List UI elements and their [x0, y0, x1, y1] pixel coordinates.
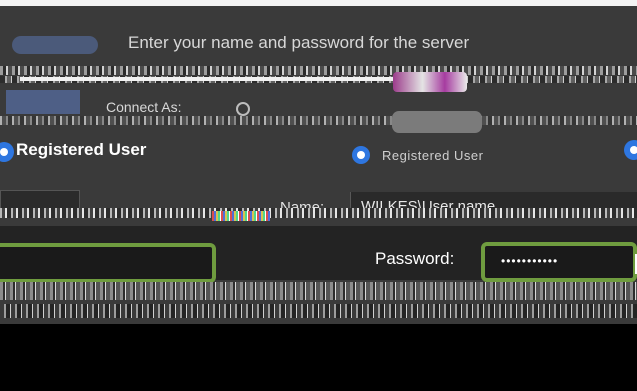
render-glitch	[20, 77, 410, 81]
guest-radio[interactable]	[236, 102, 250, 116]
render-glitch	[0, 282, 637, 300]
render-glitch	[0, 304, 637, 318]
focused-field-fragment[interactable]	[0, 243, 216, 283]
login-dialog: Enter your name and password for the ser…	[0, 6, 637, 324]
options-button[interactable]	[392, 111, 482, 133]
registered-user-label: Registered User	[16, 140, 147, 159]
server-icon-lower	[6, 90, 80, 114]
render-glitch	[0, 208, 637, 218]
password-field[interactable]: •••••••••••	[481, 242, 637, 282]
password-label: Password:	[375, 249, 455, 268]
radio-edge[interactable]	[624, 140, 637, 160]
render-glitch	[0, 66, 637, 75]
dialog-title: Enter your name and password for the ser…	[128, 33, 470, 52]
server-icon	[12, 36, 98, 54]
password-value: •••••••••••	[501, 254, 559, 268]
avatar	[393, 72, 467, 92]
registered-user-label-echo: Registered User	[382, 148, 484, 163]
registered-user-radio[interactable]	[0, 142, 14, 162]
render-glitch	[0, 116, 637, 125]
render-glitch	[212, 211, 270, 221]
connect-as-label: Connect As:	[106, 99, 182, 115]
registered-user-radio-echo[interactable]	[352, 146, 370, 164]
